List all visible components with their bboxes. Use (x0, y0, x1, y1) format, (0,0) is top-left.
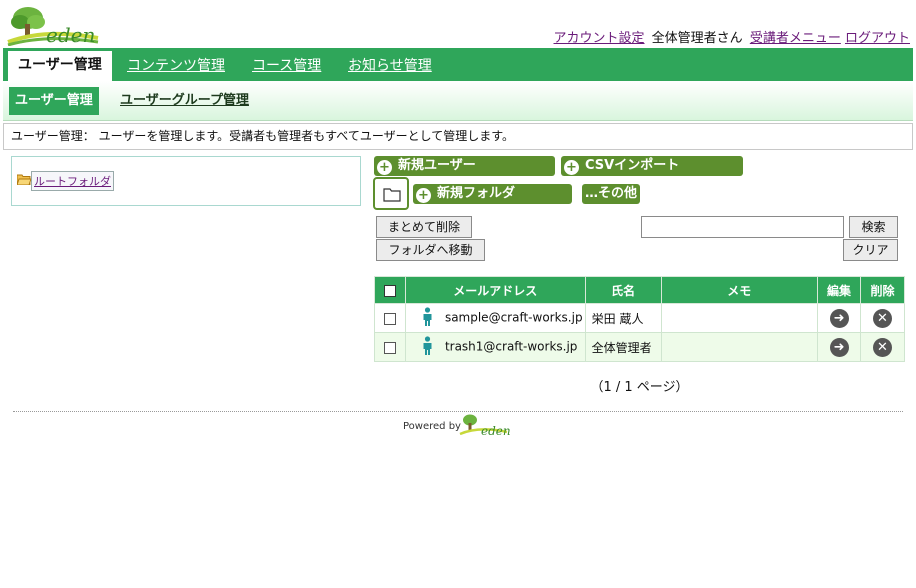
root-folder-link[interactable]: ルートフォルダ (31, 171, 114, 191)
table-row: sample@craft-works.jp 栄田 蔵人 ➜ ✕ (374, 303, 905, 333)
new-folder-label: 新規フォルダ (437, 186, 516, 201)
user-greeting: 全体管理者さん (651, 31, 743, 46)
user-memo (660, 303, 819, 333)
user-name: 栄田 蔵人 (584, 303, 662, 333)
user-person-icon (422, 336, 433, 358)
eden-logo[interactable]: eden (6, 4, 106, 47)
subtab-user-management[interactable]: ユーザー管理 (9, 87, 99, 115)
arrow-right-icon[interactable]: ➜ (829, 308, 849, 328)
main-nav: ユーザー管理 コンテンツ管理 コース管理 お知らせ管理 (3, 48, 913, 81)
close-icon[interactable]: ✕ (873, 308, 892, 328)
bulk-delete-button[interactable]: まとめて削除 (376, 216, 472, 238)
sub-nav: ユーザー管理 ユーザーグループ管理 (3, 81, 913, 121)
edit-cell: ➜ (817, 332, 862, 362)
folder-button[interactable] (373, 177, 409, 210)
tab-notice-management[interactable]: お知らせ管理 (348, 52, 432, 81)
plus-icon: + (416, 188, 431, 203)
user-memo (660, 332, 819, 362)
name-header[interactable]: 氏名 (584, 276, 662, 304)
edit-header: 編集 (817, 276, 862, 304)
top-links: アカウント設定 全体管理者さん 受講者メニュー ログアウト (554, 27, 910, 46)
user-person-icon (422, 307, 433, 329)
new-folder-button[interactable]: + 新規フォルダ (413, 184, 572, 204)
email-header[interactable]: メールアドレス (404, 276, 586, 304)
edit-cell: ➜ (817, 303, 862, 333)
table-header-row: メールアドレス 氏名 メモ 編集 削除 (374, 276, 905, 304)
learner-menu-link[interactable]: 受講者メニュー (750, 31, 841, 46)
move-to-folder-button[interactable]: フォルダへ移動 (376, 239, 485, 261)
delete-header: 削除 (860, 276, 905, 304)
folder-tree: ルートフォルダ (11, 156, 361, 206)
select-all-checkbox[interactable] (383, 284, 396, 297)
csv-import-label: CSVインポート (585, 158, 680, 173)
delete-cell: ✕ (860, 332, 905, 362)
logo-text: eden (46, 23, 95, 46)
powered-by-text: Powered by (403, 421, 461, 432)
new-user-label: 新規ユーザー (398, 158, 476, 173)
pagination-info: （1 / 1 ページ） (590, 380, 689, 395)
logout-link[interactable]: ログアウト (845, 31, 910, 46)
select-all-header (374, 276, 406, 304)
email-cell: trash1@craft-works.jp (404, 332, 586, 362)
user-table: メールアドレス 氏名 メモ 編集 削除 sample@craft-works.j… (374, 276, 905, 362)
memo-header: メモ (660, 276, 819, 304)
user-name: 全体管理者 (584, 332, 662, 362)
row-select-cell (374, 303, 406, 333)
user-email[interactable]: trash1@craft-works.jp (445, 340, 577, 354)
tab-course-management[interactable]: コース管理 (252, 52, 321, 81)
row-checkbox[interactable] (383, 341, 396, 354)
new-user-button[interactable]: + 新規ユーザー (374, 156, 555, 176)
folder-icon (383, 188, 401, 202)
account-settings-link[interactable]: アカウント設定 (554, 31, 645, 46)
email-cell: sample@craft-works.jp (404, 303, 586, 333)
table-row: trash1@craft-works.jp 全体管理者 ➜ ✕ (374, 332, 905, 362)
tab-content-management[interactable]: コンテンツ管理 (127, 52, 225, 81)
row-checkbox[interactable] (383, 312, 396, 325)
clear-button[interactable]: クリア (843, 239, 898, 261)
search-input[interactable] (641, 216, 844, 238)
footer-logo-text: eden (481, 424, 511, 438)
delete-cell: ✕ (860, 303, 905, 333)
tab-user-management[interactable]: ユーザー管理 (8, 51, 112, 81)
csv-import-button[interactable]: + CSVインポート (561, 156, 743, 176)
arrow-right-icon[interactable]: ➜ (829, 337, 849, 357)
powered-by: Powered by eden (403, 412, 523, 440)
subtab-user-group-management[interactable]: ユーザーグループ管理 (120, 87, 249, 115)
plus-icon: + (564, 160, 579, 175)
search-button[interactable]: 検索 (849, 216, 898, 238)
other-menu-button[interactable]: …その他 (582, 184, 640, 204)
row-select-cell (374, 332, 406, 362)
open-folder-icon (16, 174, 32, 189)
other-menu-label: …その他 (585, 186, 638, 201)
page-description: ユーザー管理： ユーザーを管理します。受講者も管理者もすべてユーザーとして管理し… (3, 123, 913, 150)
user-email[interactable]: sample@craft-works.jp (445, 311, 583, 325)
close-icon[interactable]: ✕ (873, 337, 892, 357)
footer-eden-logo: eden (459, 414, 511, 438)
plus-icon: + (377, 160, 392, 175)
